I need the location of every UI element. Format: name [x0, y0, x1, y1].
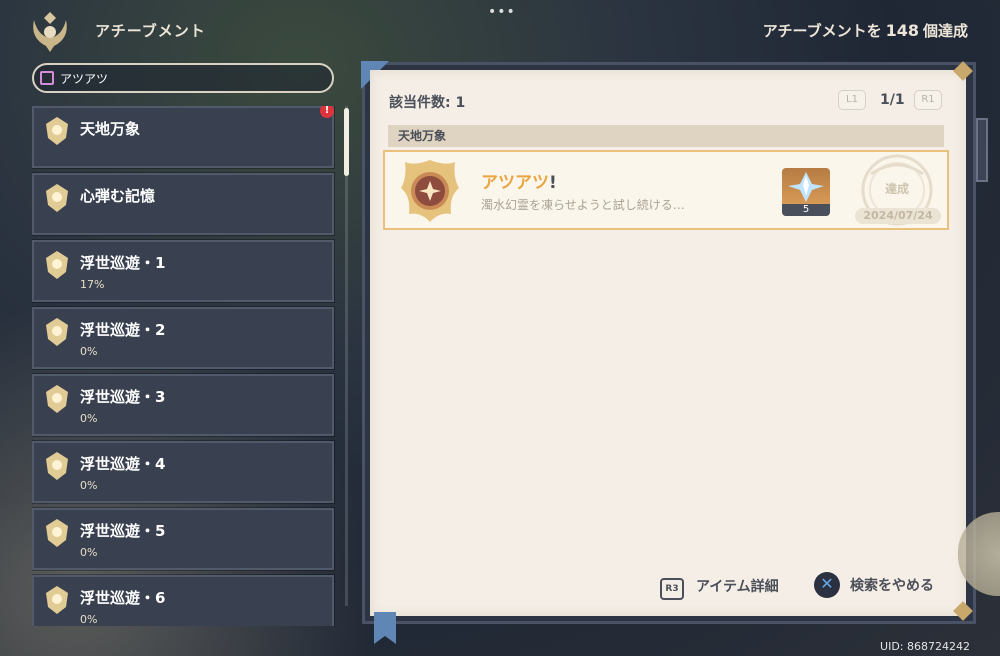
- result-count: 該当件数: 1: [389, 95, 466, 111]
- category-icon: [44, 183, 70, 213]
- category-name: 天地万象: [80, 120, 141, 138]
- uid-label: UID: 868724242: [880, 640, 970, 653]
- item-detail-label: アイテム詳細: [696, 579, 779, 595]
- category-progress: 0%: [80, 345, 98, 358]
- next-page-button[interactable]: R1: [914, 90, 942, 110]
- bookmark-decoration: [374, 612, 396, 644]
- achievement-title: アツアツ!: [481, 168, 557, 193]
- category-item[interactable]: 心弾む記憶: [32, 172, 335, 236]
- category-item[interactable]: 天地万象!: [32, 106, 335, 169]
- alert-badge: !: [320, 106, 334, 118]
- category-item[interactable]: 浮世巡遊・3 0%: [32, 373, 335, 437]
- category-item[interactable]: 浮世巡遊・1 17%: [32, 239, 335, 303]
- achievement-title-mark: !: [549, 173, 557, 193]
- achievement-card[interactable]: アツアツ! 濁水幻霊を凍らせようと試し続ける… 5 達成 2024/07/24: [383, 150, 949, 230]
- search-value: アツアツ: [60, 71, 109, 86]
- primogem-icon: [788, 172, 824, 202]
- category-name: 心弾む記憶: [80, 187, 156, 205]
- category-icon: [44, 116, 70, 146]
- category-icon: [44, 518, 70, 548]
- category-icon: [44, 317, 70, 347]
- search-input[interactable]: アツアツ: [32, 63, 334, 93]
- more-icon[interactable]: •••: [488, 4, 516, 20]
- category-item[interactable]: 浮世巡遊・4 0%: [32, 440, 335, 504]
- section-header: 天地万象: [388, 125, 944, 147]
- category-icon: [44, 384, 70, 414]
- scrollbar-thumb[interactable]: [344, 108, 349, 176]
- completed-stamp: 達成 2024/07/24: [851, 152, 943, 230]
- page-title: アチーブメント: [95, 22, 206, 40]
- category-progress: 0%: [80, 412, 98, 425]
- prev-page-button[interactable]: L1: [838, 90, 866, 110]
- category-icon: [44, 451, 70, 481]
- cross-button-icon: ✕: [814, 572, 840, 598]
- cancel-search-label: 検索をやめる: [850, 578, 934, 594]
- category-item[interactable]: 浮世巡遊・2 0%: [32, 306, 335, 370]
- category-name: 浮世巡遊・4: [80, 455, 166, 473]
- category-name: 浮世巡遊・2: [80, 321, 166, 339]
- achievement-badge-icon: [401, 160, 459, 222]
- category-icon: [44, 250, 70, 280]
- category-item[interactable]: 浮世巡遊・6 0%: [32, 574, 335, 626]
- cancel-search-button[interactable]: ✕ 検索をやめる: [814, 572, 934, 598]
- category-progress: 17%: [80, 278, 105, 291]
- completed-date: 2024/07/24: [855, 208, 941, 224]
- reward-item[interactable]: 5: [782, 168, 830, 216]
- category-icon: [44, 585, 70, 615]
- item-detail-button[interactable]: R3 アイテム詳細: [660, 572, 779, 600]
- category-name: 浮世巡遊・5: [80, 522, 166, 540]
- square-button-icon: [40, 71, 54, 85]
- achievement-emblem-icon: [33, 12, 67, 52]
- category-progress: 0%: [80, 479, 98, 492]
- scrollbar-track[interactable]: [345, 106, 348, 606]
- achievement-title-text: アツアツ: [481, 173, 549, 193]
- achievement-total: アチーブメントを 148 個達成: [763, 20, 968, 41]
- category-name: 浮世巡遊・3: [80, 388, 166, 406]
- category-item[interactable]: 浮世巡遊・5 0%: [32, 507, 335, 571]
- completed-label: 達成: [884, 182, 909, 196]
- category-progress: 0%: [80, 613, 98, 626]
- page-indicator: 1/1: [880, 92, 905, 108]
- achievement-total-prefix: アチーブメントを: [762, 22, 882, 40]
- reward-count: 5: [782, 204, 830, 216]
- category-name: 浮世巡遊・1: [80, 254, 166, 272]
- category-list: 天地万象! 心弾む記憶 浮世巡遊・1 17% 浮世巡遊・2 0% 浮世巡遊・3 0% 浮世巡遊・…: [32, 106, 336, 626]
- category-progress: 0%: [80, 546, 98, 559]
- side-tab[interactable]: [976, 118, 988, 182]
- r3-button-icon: R3: [660, 578, 684, 600]
- achievement-description: 濁水幻霊を凍らせようと試し続ける…: [481, 198, 685, 212]
- category-name: 浮世巡遊・6: [80, 589, 166, 607]
- achievement-total-suffix: 個達成: [922, 22, 968, 40]
- achievement-total-value: 148: [885, 21, 919, 40]
